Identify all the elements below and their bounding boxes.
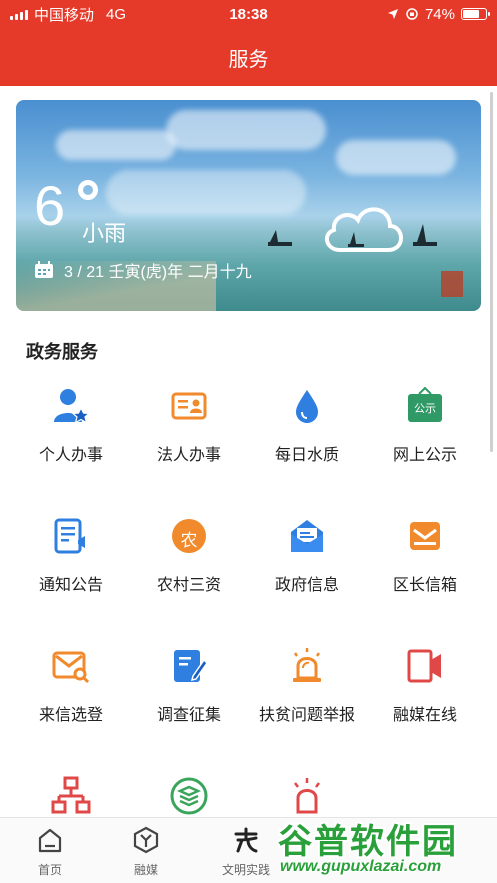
date-row: 3 / 21 壬寅(虎)年 二月十九	[34, 258, 252, 282]
notice-badge-text: 公示	[414, 403, 436, 415]
weather-condition: 小雨	[82, 221, 127, 246]
video-camera-icon	[407, 649, 441, 683]
watermark: 谷普软件园 www.gupuxlazai.com	[272, 808, 497, 883]
survey-edit-icon	[174, 650, 208, 682]
service-water[interactable]: 每日水质	[248, 386, 366, 496]
cloud-icon	[324, 207, 403, 252]
service-label: 调查征集	[156, 707, 221, 724]
service-label: 法人办事	[156, 447, 221, 464]
orientation-lock-icon	[406, 8, 418, 20]
tab-home[interactable]: 首页	[0, 826, 100, 878]
service-label: 来信选登	[38, 707, 103, 724]
service-label: 区长信箱	[392, 577, 457, 594]
seal-stamp	[441, 271, 463, 297]
status-right: 74%	[387, 5, 490, 23]
service-label: 通知公告	[38, 577, 103, 594]
service-rural-assets[interactable]: 农 农村三资	[130, 516, 248, 626]
signal-icon	[10, 9, 28, 20]
service-label: 农村三资	[156, 577, 221, 594]
status-left: 中国移动 4G	[10, 4, 126, 25]
service-notice[interactable]: 通知公告	[12, 516, 130, 626]
announcement-icon	[54, 518, 85, 554]
mailbox-icon	[410, 522, 440, 550]
layers-circle-icon	[170, 777, 208, 815]
weather-banner[interactable]: 6 小雨 3 / 21 壬寅(虎)年 二月十九	[16, 100, 481, 311]
service-letters[interactable]: 来信选登	[12, 646, 130, 756]
temperature-value: 6	[34, 174, 66, 237]
lunar-date: 3 / 21 壬寅(虎)年 二月十九	[64, 264, 252, 281]
tab-media[interactable]: 融媒	[96, 826, 196, 878]
service-gov-info[interactable]: 政府信息	[248, 516, 366, 626]
service-publicity[interactable]: 公示 网上公示	[366, 386, 484, 496]
person-star-icon	[54, 389, 91, 424]
service-label: 每日水质	[274, 447, 339, 464]
service-label: 扶贫问题举报	[258, 707, 355, 724]
home-icon	[38, 828, 62, 853]
open-mail-icon	[291, 520, 323, 552]
degree-icon	[78, 180, 98, 200]
service-survey[interactable]: 调查征集	[130, 646, 248, 756]
mail-search-icon	[52, 651, 90, 684]
service-label: 政府信息	[274, 577, 339, 594]
service-legal[interactable]: 法人办事	[130, 386, 248, 496]
battery-icon	[461, 8, 490, 20]
watermark-url: www.gupuxlazai.com	[280, 858, 442, 875]
nav-bar: 服务	[0, 28, 497, 86]
watermark-title: 谷普软件园	[278, 823, 458, 861]
section-title: 政务服务	[26, 342, 98, 362]
scrollbar[interactable]	[490, 92, 493, 452]
water-drop-icon	[296, 390, 318, 423]
location-arrow-icon	[387, 9, 398, 19]
tab-label: 首页	[37, 863, 62, 877]
service-label: 个人办事	[38, 447, 103, 464]
agriculture-badge-text: 农	[180, 531, 198, 550]
tab-label: 融媒	[133, 863, 158, 877]
agriculture-icon: 农	[169, 516, 209, 556]
network-type: 4G	[106, 5, 127, 23]
calendar-icon	[35, 261, 53, 278]
status-bar: 中国移动 4G 18:38 74%	[0, 0, 497, 28]
id-card-icon	[171, 392, 207, 420]
service-label: 融媒在线	[392, 707, 457, 724]
service-personal[interactable]: 个人办事	[12, 386, 130, 496]
page-title: 服务	[228, 48, 269, 71]
notice-board-icon: 公示	[405, 386, 445, 426]
civilization-logo-icon	[234, 827, 258, 853]
alarm-light-icon	[293, 648, 321, 682]
service-media-online[interactable]: 融媒在线	[366, 646, 484, 756]
hexagon-y-icon	[133, 826, 159, 854]
org-chart-icon	[51, 776, 91, 814]
service-mayor-mailbox[interactable]: 区长信箱	[366, 516, 484, 626]
service-label: 网上公示	[392, 447, 457, 464]
carrier-name: 中国移动	[34, 6, 95, 24]
service-poverty-report[interactable]: 扶贫问题举报	[248, 646, 366, 756]
battery-percent: 74%	[424, 5, 455, 23]
